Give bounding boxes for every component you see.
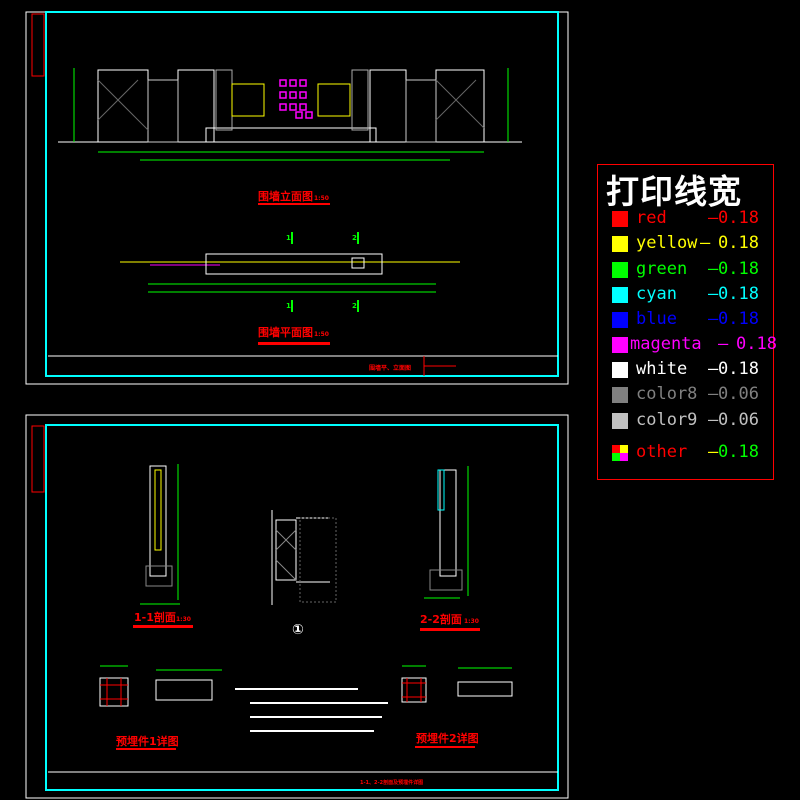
legend-dash: — — [708, 284, 719, 304]
legend-lineweight-value: 0.18 — [718, 284, 759, 304]
legend-lineweight-value: 0.18 — [718, 208, 759, 228]
legend-color-name: color8 — [636, 384, 698, 404]
legend-color-name: magenta — [630, 334, 702, 354]
legend-dash: — — [718, 334, 729, 354]
plan-title-underline — [258, 342, 330, 345]
plan-title: 围墙平面图 — [258, 325, 313, 339]
sheet1-titleblock-name: 围墙平、立面图 — [369, 364, 411, 372]
section-mark-top-2: 2 — [352, 234, 357, 242]
legend-color-name: white — [636, 359, 688, 379]
embed1-title: 预埋件1详图 — [116, 734, 179, 748]
legend-swatch — [612, 413, 628, 429]
legend-dash: — — [708, 384, 719, 404]
legend-dash: — — [708, 309, 719, 329]
section-mark-top-1: 1 — [286, 234, 291, 242]
section1-title: 1-1剖面 — [134, 610, 176, 624]
legend-swatch — [612, 362, 628, 378]
legend-swatch — [612, 337, 628, 353]
legend-dash: — — [708, 259, 719, 279]
section2-underline — [420, 628, 480, 631]
legend-swatch — [612, 211, 628, 227]
sheet2-titleblock-name: 1-1、2-2剖面及预埋件详图 — [360, 779, 423, 786]
legend-color-name: yellow — [636, 233, 698, 253]
section1-underline — [133, 625, 193, 628]
legend-lineweight-value: 0.18 — [718, 233, 759, 253]
plan-scale: 1:50 — [314, 331, 329, 338]
legend-swatch — [612, 445, 628, 461]
legend-swatch — [612, 312, 628, 328]
section-drawings — [140, 464, 469, 605]
sheet2-frame — [25, 414, 569, 799]
section2-title: 2-2剖面 — [420, 612, 462, 626]
legend-title: 打印线宽 — [606, 172, 742, 211]
elevation-scale: 1:50 — [314, 195, 329, 202]
embed2-title: 预埋件2详图 — [416, 731, 479, 745]
section-mark-bottom-2: 2 — [352, 302, 357, 310]
legend-swatch — [612, 387, 628, 403]
legend-color-name: red — [636, 208, 667, 228]
legend-dash: — — [708, 359, 719, 379]
legend-color-name: color9 — [636, 410, 698, 430]
elevation-title-underline — [258, 203, 330, 205]
legend-dash: — — [708, 442, 719, 462]
notes-block — [235, 688, 388, 732]
legend-lineweight-value: 0.18 — [718, 259, 759, 279]
embed1-underline — [116, 748, 176, 750]
magenta-grid — [279, 79, 313, 119]
legend-color-name: blue — [636, 309, 677, 329]
section2-scale: 1:30 — [464, 618, 479, 625]
legend-color-name: cyan — [636, 284, 677, 304]
embed-details — [99, 665, 513, 732]
legend-lineweight-value: 0.06 — [718, 384, 759, 404]
legend-lineweight-value: 0.18 — [736, 334, 777, 354]
legend-dash: — — [700, 233, 711, 253]
section-mark-bottom-1: 1 — [286, 302, 291, 310]
legend-dash: — — [708, 208, 719, 228]
embed2-underline — [415, 746, 475, 748]
legend-swatch — [612, 287, 628, 303]
print-lineweight-legend: 打印线宽 red —0.18 yellow —0.18 green —0.18 cyan —0… — [597, 164, 777, 480]
legend-swatch — [612, 236, 628, 252]
detail-mark: ① — [292, 622, 304, 638]
legend-swatch — [612, 262, 628, 278]
legend-lineweight-value: 0.18 — [718, 359, 759, 379]
legend-color-name: green — [636, 259, 688, 279]
legend-lineweight-value: 0.06 — [718, 410, 759, 430]
wall-plan — [120, 232, 460, 312]
legend-color-name: other — [636, 442, 688, 462]
elevation-title: 围墙立面图 — [258, 189, 313, 203]
legend-lineweight-value: 0.18 — [718, 442, 759, 462]
section1-scale: 1:30 — [176, 616, 191, 623]
legend-lineweight-value: 0.18 — [718, 309, 759, 329]
legend-dash: — — [708, 410, 719, 430]
